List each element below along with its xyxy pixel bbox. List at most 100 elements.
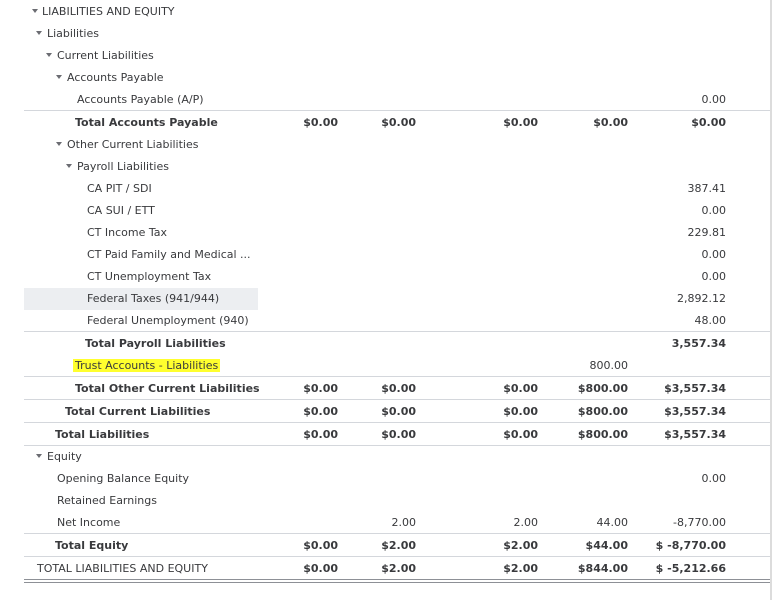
group-label[interactable]: Equity: [47, 446, 82, 468]
account-label[interactable]: Federal Taxes (941/944): [87, 288, 219, 310]
amount-cell[interactable]: $44.00: [560, 535, 628, 557]
amount-cell[interactable]: 44.00: [560, 512, 629, 534]
amount-cell[interactable]: $0.00: [648, 112, 726, 134]
amount-cell[interactable]: $3,557.34: [648, 378, 726, 400]
amount-cell[interactable]: $3,557.34: [648, 401, 726, 423]
account-row-ap[interactable]: Accounts Payable (A/P) 0.00: [0, 89, 772, 111]
amount-cell[interactable]: $0.00: [270, 535, 338, 557]
amount-cell[interactable]: 800.00: [560, 355, 629, 377]
amount-cell[interactable]: $0.00: [560, 112, 628, 134]
amount-cell[interactable]: $0.00: [348, 378, 416, 400]
account-row-trust-accounts[interactable]: Trust Accounts - Liabilities 800.00: [0, 355, 772, 377]
amount-cell[interactable]: $2.00: [470, 535, 538, 557]
amount-cell[interactable]: $0.00: [348, 424, 416, 446]
group-equity[interactable]: Equity: [0, 446, 772, 468]
amount-cell[interactable]: $844.00: [560, 558, 628, 580]
amount-cell[interactable]: $0.00: [348, 112, 416, 134]
account-row-ct-unemployment[interactable]: CT Unemployment Tax 0.00: [0, 266, 772, 288]
amount-cell[interactable]: 2.00: [470, 512, 539, 534]
total-row-liabilities-and-equity: TOTAL LIABILITIES AND EQUITY $0.00 $2.00…: [0, 558, 772, 580]
account-label[interactable]: Retained Earnings: [57, 490, 157, 512]
account-label[interactable]: Federal Unemployment (940): [87, 310, 249, 332]
account-row-ca-pit-sdi[interactable]: CA PIT / SDI 387.41: [0, 178, 772, 200]
account-label[interactable]: Trust Accounts - Liabilities: [73, 355, 221, 377]
amount-cell[interactable]: $0.00: [270, 424, 338, 446]
amount-cell[interactable]: $800.00: [560, 401, 628, 423]
caret-down-icon[interactable]: [56, 142, 62, 146]
group-label[interactable]: Payroll Liabilities: [77, 156, 169, 178]
group-liabilities[interactable]: Liabilities: [0, 23, 772, 45]
total-row-payroll-liabilities: Total Payroll Liabilities 3,557.34: [0, 333, 772, 355]
caret-down-icon[interactable]: [36, 454, 42, 458]
amount-cell[interactable]: $0.00: [270, 558, 338, 580]
balance-sheet-report: LIABILITIES AND EQUITY Liabilities Curre…: [0, 0, 772, 608]
amount-cell[interactable]: 0.00: [648, 244, 727, 266]
section-label[interactable]: LIABILITIES AND EQUITY: [42, 1, 175, 23]
amount-cell[interactable]: $0.00: [470, 424, 538, 446]
amount-cell[interactable]: $0.00: [270, 378, 338, 400]
amount-cell[interactable]: $0.00: [470, 112, 538, 134]
amount-cell[interactable]: $800.00: [560, 378, 628, 400]
group-label[interactable]: Other Current Liabilities: [67, 134, 198, 156]
group-payroll-liabilities[interactable]: Payroll Liabilities: [0, 156, 772, 178]
amount-cell[interactable]: -8,770.00: [648, 512, 726, 534]
amount-cell[interactable]: $2.00: [470, 558, 538, 580]
total-label: Total Current Liabilities: [65, 405, 211, 418]
amount-cell[interactable]: 0.00: [648, 200, 727, 222]
amount-cell[interactable]: 0.00: [648, 266, 727, 288]
caret-down-icon[interactable]: [46, 53, 52, 57]
amount-cell[interactable]: $0.00: [470, 378, 538, 400]
account-row-net-income[interactable]: Net Income 2.00 2.00 44.00 -8,770.00: [0, 512, 772, 534]
amount-cell[interactable]: $800.00: [560, 424, 628, 446]
amount-cell[interactable]: 3,557.34: [648, 333, 726, 355]
group-label[interactable]: Liabilities: [47, 23, 99, 45]
account-label[interactable]: CT Unemployment Tax: [87, 266, 211, 288]
total-label: Total Payroll Liabilities: [85, 337, 226, 350]
amount-cell[interactable]: $0.00: [470, 401, 538, 423]
amount-cell[interactable]: 0.00: [648, 89, 727, 111]
account-row-federal-unemployment[interactable]: Federal Unemployment (940) 48.00: [0, 310, 772, 332]
section-liabilities-equity[interactable]: LIABILITIES AND EQUITY: [0, 1, 772, 23]
amount-cell[interactable]: $ -8,770.00: [648, 535, 726, 557]
amount-cell[interactable]: 229.81: [648, 222, 727, 244]
caret-down-icon[interactable]: [36, 31, 42, 35]
amount-cell[interactable]: $ -5,212.66: [648, 558, 726, 580]
amount-cell[interactable]: 2.00: [348, 512, 417, 534]
amount-cell[interactable]: 387.41: [648, 178, 727, 200]
group-other-current-liabilities[interactable]: Other Current Liabilities: [0, 134, 772, 156]
account-row-federal-taxes[interactable]: Federal Taxes (941/944) 2,892.12: [0, 288, 772, 310]
account-label[interactable]: Opening Balance Equity: [57, 468, 189, 490]
amount-cell[interactable]: $0.00: [270, 112, 338, 134]
highlighted-text: Trust Accounts - Liabilities: [73, 359, 221, 372]
amount-cell[interactable]: 0.00: [648, 468, 727, 490]
account-row-ct-income-tax[interactable]: CT Income Tax 229.81: [0, 222, 772, 244]
caret-down-icon[interactable]: [66, 164, 72, 168]
amount-cell[interactable]: $3,557.34: [648, 424, 726, 446]
account-row-ct-paid-family[interactable]: CT Paid Family and Medical ... 0.00: [0, 244, 772, 266]
account-row-ca-sui-ett[interactable]: CA SUI / ETT 0.00: [0, 200, 772, 222]
total-label: Total Liabilities: [55, 428, 150, 441]
group-current-liabilities[interactable]: Current Liabilities: [0, 45, 772, 67]
amount-cell[interactable]: $0.00: [270, 401, 338, 423]
account-label[interactable]: Accounts Payable (A/P): [77, 89, 204, 111]
account-row-opening-balance-equity[interactable]: Opening Balance Equity 0.00: [0, 468, 772, 490]
account-row-retained-earnings[interactable]: Retained Earnings: [0, 490, 772, 512]
caret-down-icon[interactable]: [56, 75, 62, 79]
group-label[interactable]: Accounts Payable: [67, 67, 164, 89]
total-row-current-liabilities: Total Current Liabilities $0.00 $0.00 $0…: [0, 401, 772, 423]
total-label: Total Equity: [55, 539, 129, 552]
account-label[interactable]: CA SUI / ETT: [87, 200, 155, 222]
amount-cell[interactable]: $2.00: [348, 558, 416, 580]
account-label[interactable]: CA PIT / SDI: [87, 178, 152, 200]
account-label[interactable]: CT Paid Family and Medical ...: [87, 244, 251, 266]
group-label[interactable]: Current Liabilities: [57, 45, 154, 67]
amount-cell[interactable]: 48.00: [648, 310, 727, 332]
amount-cell[interactable]: $0.00: [348, 401, 416, 423]
account-label[interactable]: Net Income: [57, 512, 120, 534]
double-underline-bottom: [24, 582, 772, 583]
amount-cell[interactable]: $2.00: [348, 535, 416, 557]
amount-cell[interactable]: 2,892.12: [648, 288, 726, 310]
account-label[interactable]: CT Income Tax: [87, 222, 167, 244]
caret-down-icon[interactable]: [32, 9, 38, 13]
group-accounts-payable[interactable]: Accounts Payable: [0, 67, 772, 89]
